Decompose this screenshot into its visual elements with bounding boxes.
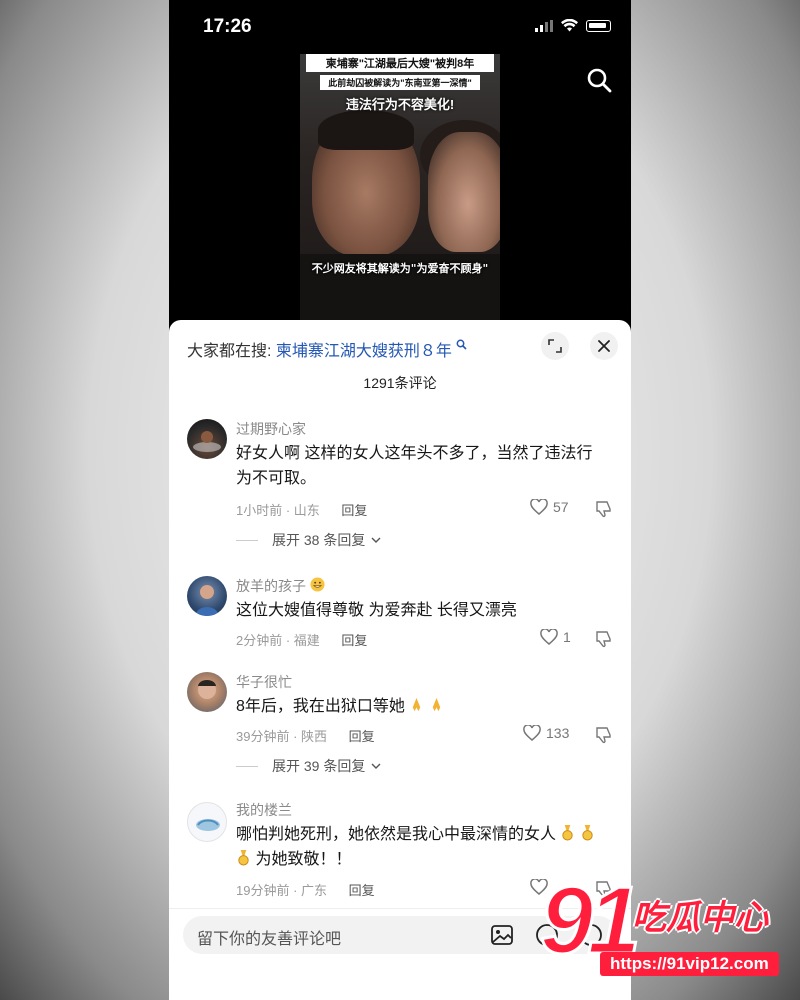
like-count: 57	[553, 499, 569, 515]
like-count: 1	[563, 629, 571, 645]
close-button[interactable]	[590, 332, 618, 360]
hot-search-query: 柬埔寨江湖大嫂获刑８年	[275, 343, 452, 360]
expand-replies-label: 展开 38 条回复	[272, 532, 366, 548]
video-player[interactable]: 柬埔寨"江湖最后大嫂"被判8年 此前劫囚被解读为"东南亚第一深情" 违法行为不容…	[300, 54, 500, 320]
medal-emoji-icon	[238, 850, 249, 866]
video-figure	[428, 132, 500, 252]
reply-button[interactable]: 回复	[341, 503, 367, 518]
comment-username[interactable]: 过期野心家	[236, 419, 306, 439]
expand-button[interactable]	[541, 332, 569, 360]
wifi-icon	[561, 19, 578, 32]
heart-icon	[530, 499, 548, 515]
chevron-down-icon	[371, 537, 381, 543]
like-button[interactable]: 57	[530, 499, 569, 515]
pray-emoji-icon	[413, 697, 421, 712]
comment-text-tail: 为她致敬！！	[255, 851, 352, 868]
expand-icon	[548, 339, 562, 353]
video-figure	[318, 110, 414, 150]
battery-icon	[586, 19, 611, 32]
comment-count: 1291条评论	[363, 375, 437, 391]
grin-emoji-icon	[310, 577, 325, 592]
dislike-icon[interactable]	[594, 726, 612, 744]
like-count: 133	[546, 725, 570, 741]
site-watermark: 91 吃瓜中心 https://91vip12.com	[539, 866, 800, 988]
comment-meta: 2分钟前 · 福建 回复	[236, 630, 367, 649]
cellular-signal-icon	[535, 19, 553, 32]
hot-search: 大家都在搜: 柬埔寨江湖大嫂获刑８年	[187, 337, 467, 361]
comment-meta: 1小时前 · 山东 回复	[236, 500, 367, 519]
avatar[interactable]	[187, 672, 227, 712]
video-headline-line3: 违法行为不容美化!	[345, 97, 455, 112]
image-icon[interactable]	[490, 923, 514, 947]
watermark-url: https://91vip12.com	[600, 952, 779, 976]
divider-line	[236, 539, 258, 541]
comment-text: 这位大嫂值得尊敬 为爱奔赴 长得又漂亮	[236, 602, 517, 619]
comment-meta: 39分钟前 · 陕西 回复	[236, 726, 375, 745]
medal-emoji-icon	[562, 825, 574, 841]
heart-icon	[523, 725, 541, 741]
phone-screen: 17:26 柬埔寨"江湖最后大嫂"被判8年 此前劫囚被解读为"东南亚第一深情" …	[169, 0, 631, 1000]
comment-time-location: 2分钟前 · 福建	[236, 633, 320, 648]
status-time: 17:26	[203, 16, 252, 37]
comment-item: 过期野心家 好女人啊 这样的女人这年头不多了，当然了违法行为不可取。 1小时前 …	[169, 415, 631, 555]
comment-time-location: 19分钟前 · 广东	[236, 883, 328, 898]
comment-text: 8年后，我在出狱口等她	[236, 694, 606, 719]
dislike-icon[interactable]	[594, 500, 612, 518]
video-headline: 柬埔寨"江湖最后大嫂"被判8年 此前劫囚被解读为"东南亚第一深情" 违法行为不容…	[300, 54, 500, 113]
search-icon[interactable]	[585, 66, 613, 94]
pray-emoji-icon	[432, 697, 441, 712]
comment-text: 哪怕判她死刑，她依然是我心中最深情的女人 为她致敬！！	[236, 822, 606, 872]
chevron-down-icon	[371, 763, 381, 769]
avatar[interactable]	[187, 419, 227, 459]
comment-text: 好女人啊 这样的女人这年头不多了，当然了违法行为不可取。	[236, 445, 593, 487]
hot-search-link[interactable]: 柬埔寨江湖大嫂获刑８年	[275, 339, 467, 360]
status-bar: 17:26	[169, 0, 631, 54]
expand-replies-button[interactable]: 展开 39 条回复	[236, 756, 381, 776]
comment-username[interactable]: 放羊的孩子	[236, 576, 325, 596]
comment-item: 华子很忙 8年后，我在出狱口等她 39分钟前 · 陕西 回复 133 展开 39…	[169, 670, 631, 780]
expand-replies-button[interactable]: 展开 38 条回复	[236, 530, 381, 550]
avatar[interactable]	[187, 576, 227, 616]
reply-button[interactable]: 回复	[349, 729, 375, 744]
divider-line	[236, 765, 258, 767]
comment-username[interactable]: 华子很忙	[236, 672, 292, 692]
search-icon	[456, 339, 467, 350]
video-headline-line1: 柬埔寨"江湖最后大嫂"被判8年	[306, 54, 494, 72]
comment-time-location: 39分钟前 · 陕西	[236, 729, 328, 744]
status-icons	[535, 19, 611, 32]
comment-meta: 19分钟前 · 广东 回复	[236, 880, 375, 899]
video-headline-line2: 此前劫囚被解读为"东南亚第一深情"	[320, 75, 480, 90]
reply-button[interactable]: 回复	[349, 883, 375, 898]
reply-button[interactable]: 回复	[341, 633, 367, 648]
expand-replies-label: 展开 39 条回复	[272, 758, 366, 774]
close-icon	[598, 340, 610, 352]
watermark-title: 吃瓜中心	[632, 899, 768, 937]
like-button[interactable]: 1	[540, 629, 571, 645]
video-caption: 不少网友将其解读为"为爱奋不顾身"	[311, 262, 489, 275]
comment-item: 放羊的孩子 这位大嫂值得尊敬 为爱奔赴 长得又漂亮 2分钟前 · 福建 回复 1	[169, 572, 631, 652]
avatar[interactable]	[187, 802, 227, 842]
comment-text-body: 8年后，我在出狱口等她	[236, 698, 405, 715]
comment-input-placeholder: 留下你的友善评论吧	[197, 931, 342, 948]
comment-text-body: 哪怕判她死刑，她依然是我心中最深情的女人	[236, 826, 557, 843]
comment-time-location: 1小时前 · 山东	[236, 503, 320, 518]
hot-search-prefix: 大家都在搜:	[187, 343, 272, 360]
medal-emoji-icon	[582, 825, 593, 841]
dislike-icon[interactable]	[594, 630, 612, 648]
comment-username[interactable]: 我的楼兰	[236, 800, 292, 820]
like-button[interactable]: 133	[523, 725, 569, 741]
comment-username-text: 放羊的孩子	[236, 578, 306, 594]
heart-icon	[540, 629, 558, 645]
